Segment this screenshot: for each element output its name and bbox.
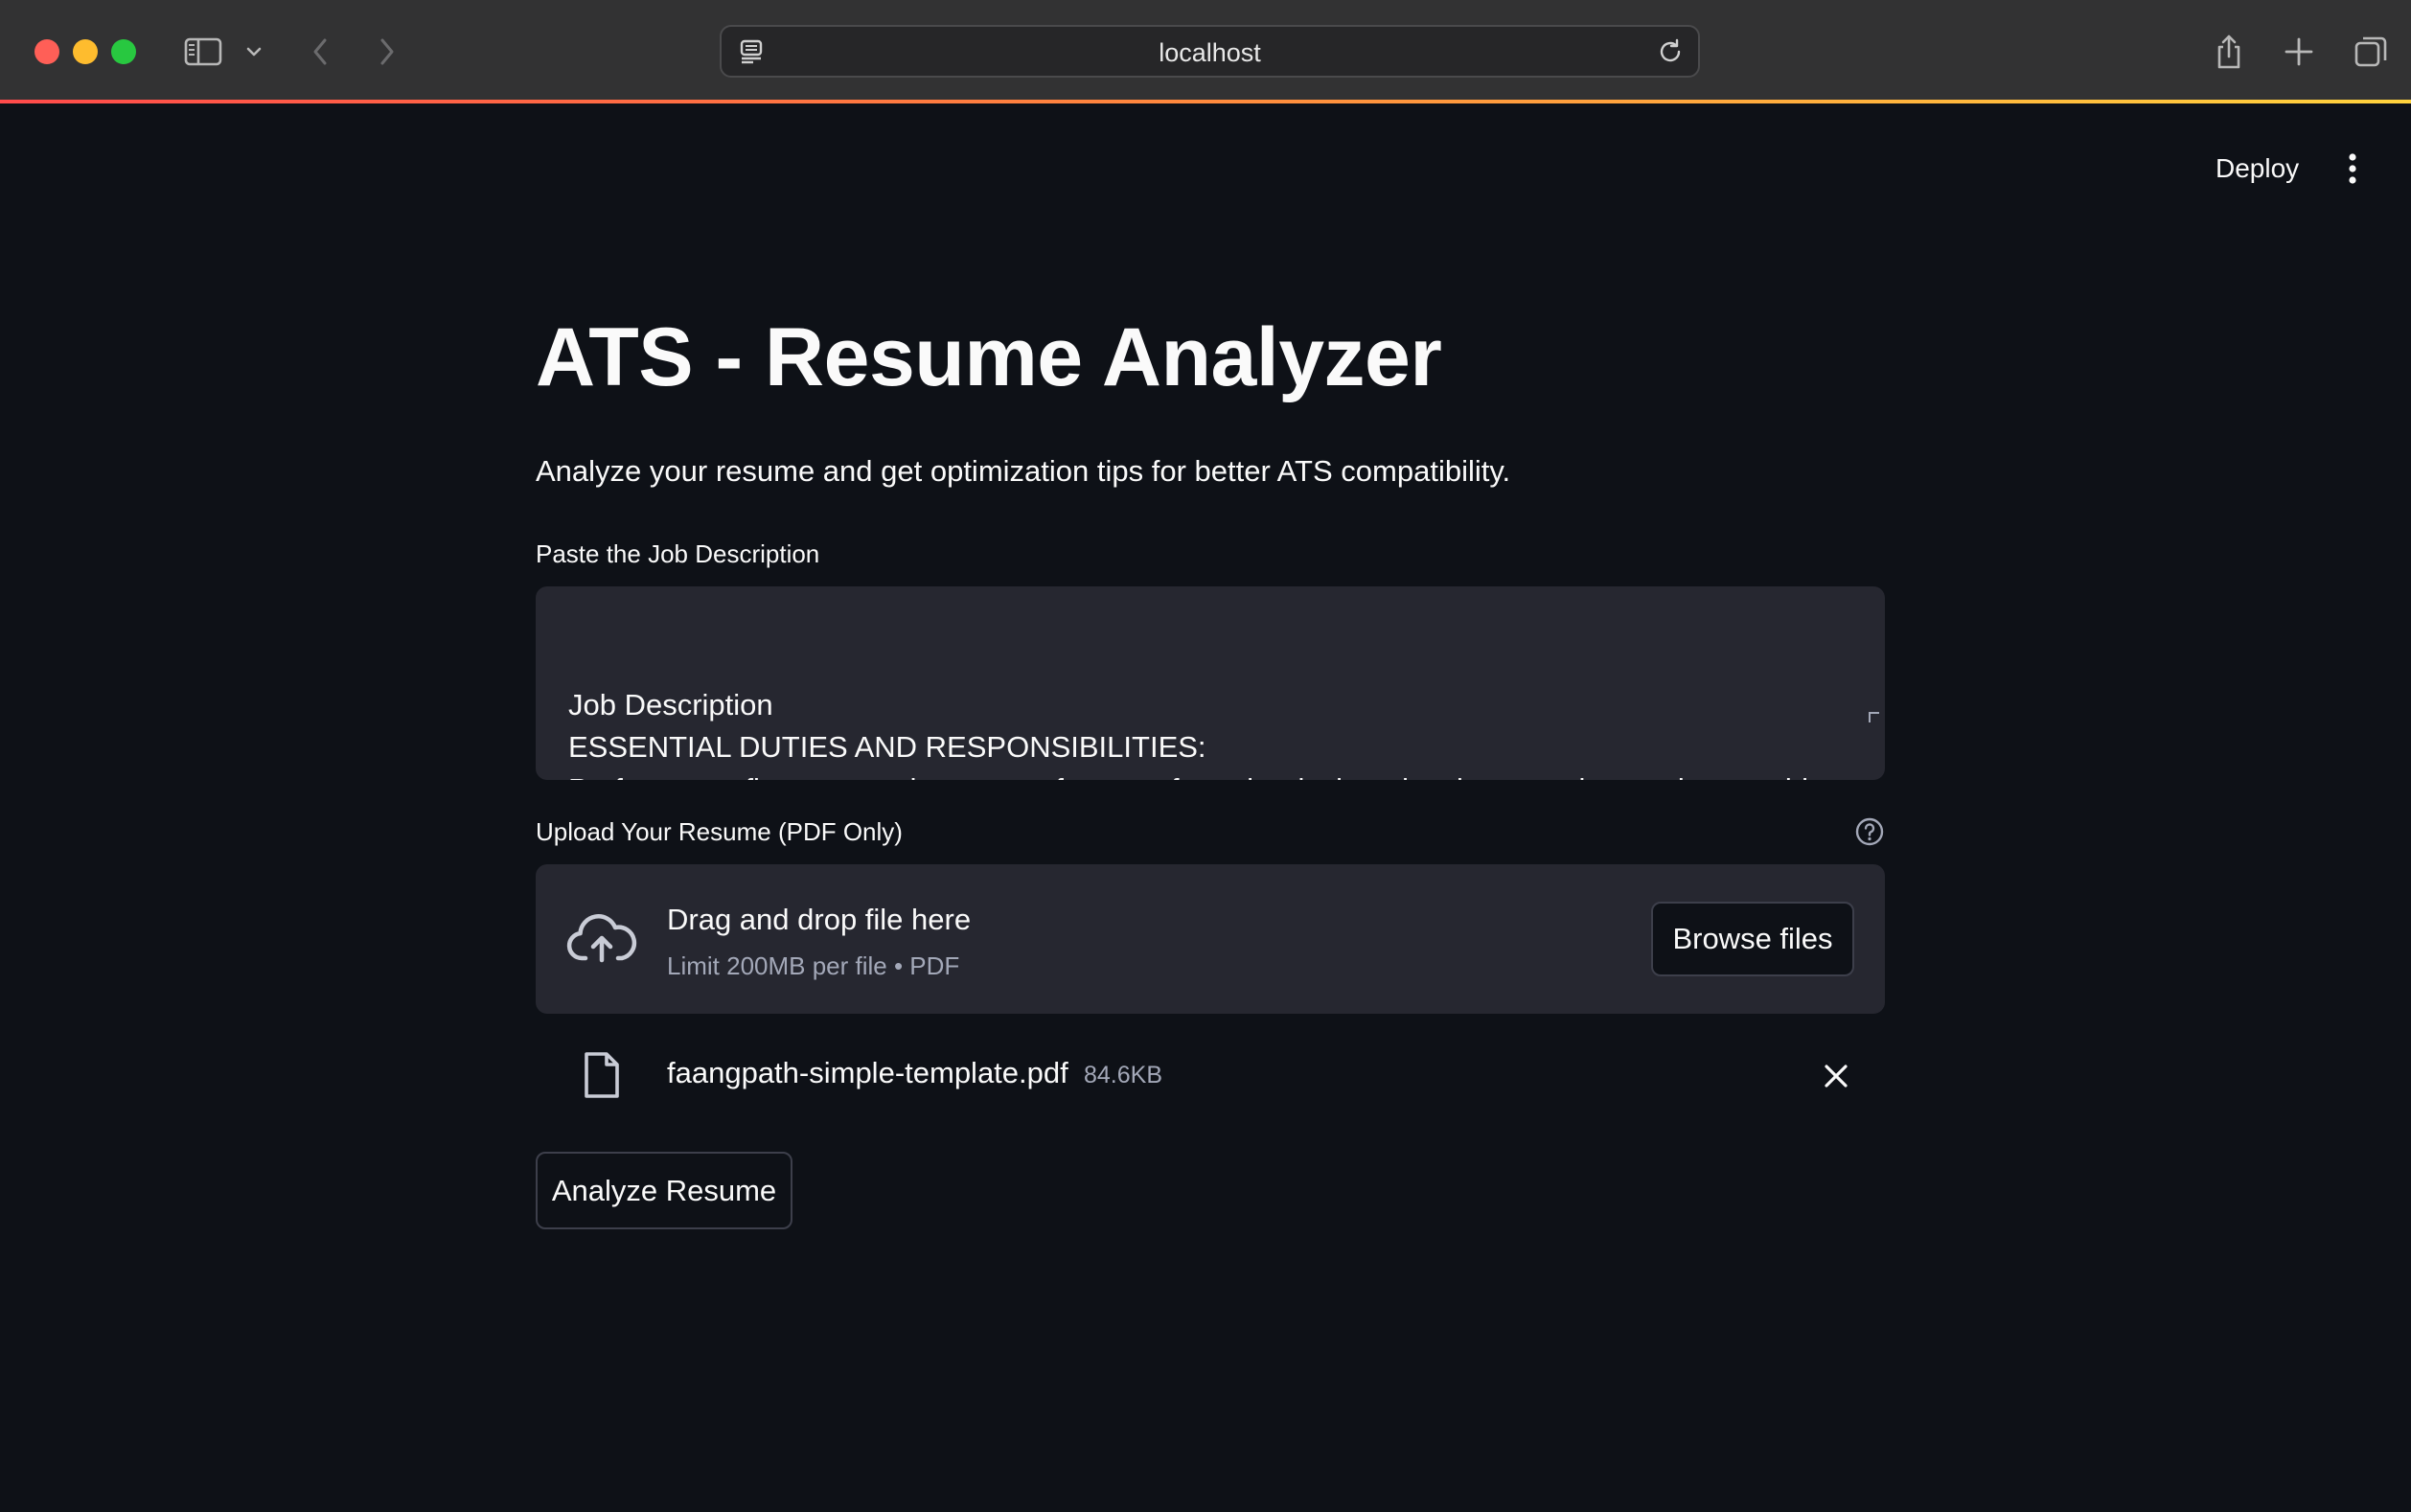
sidebar-toggle-icon[interactable] bbox=[182, 29, 224, 75]
analyze-resume-button[interactable]: Analyze Resume bbox=[536, 1152, 792, 1229]
file-name: faangpath-simple-template.pdf bbox=[667, 1056, 1068, 1089]
dropzone-limit: Limit 200MB per file • PDF bbox=[667, 951, 960, 980]
url-text: localhost bbox=[1159, 38, 1261, 67]
upload-label: Upload Your Resume (PDF Only) bbox=[536, 817, 903, 846]
back-icon[interactable] bbox=[307, 29, 333, 75]
browse-files-button[interactable]: Browse files bbox=[1651, 902, 1854, 976]
file-icon bbox=[582, 1050, 622, 1105]
resize-grip-icon[interactable] bbox=[1818, 652, 1881, 778]
minimize-window-button[interactable] bbox=[73, 39, 98, 64]
page-title: ATS - Resume Analyzer bbox=[536, 311, 1442, 403]
dropzone-title: Drag and drop file here bbox=[667, 903, 972, 936]
reload-icon[interactable] bbox=[1656, 37, 1685, 71]
main-content: ATS - Resume Analyzer Analyze your resum… bbox=[536, 311, 1885, 1229]
address-bar[interactable]: localhost bbox=[720, 25, 1700, 78]
tab-overview-icon[interactable] bbox=[2352, 29, 2390, 75]
job-description-label: Paste the Job Description bbox=[536, 539, 820, 568]
share-icon[interactable] bbox=[2212, 29, 2246, 75]
job-description-text: Job Description ESSENTIAL DUTIES AND RES… bbox=[568, 688, 1835, 780]
remove-file-icon[interactable] bbox=[1820, 1060, 1852, 1097]
new-tab-icon[interactable] bbox=[2282, 29, 2316, 75]
cloud-upload-icon bbox=[566, 914, 637, 969]
main-menu-icon[interactable] bbox=[2338, 148, 2367, 190]
browser-toolbar: localhost bbox=[0, 0, 2411, 103]
page-load-accent-bar bbox=[0, 100, 2411, 103]
job-description-textarea[interactable]: Job Description ESSENTIAL DUTIES AND RES… bbox=[536, 586, 1885, 780]
file-size: 84.6KB bbox=[1084, 1062, 1163, 1088]
uploaded-file-row: faangpath-simple-template.pdf 84.6KB bbox=[536, 1044, 1885, 1111]
forward-icon[interactable] bbox=[374, 29, 401, 75]
chevron-down-icon[interactable] bbox=[243, 29, 264, 75]
page-subtitle: Analyze your resume and get optimization… bbox=[536, 454, 1511, 488]
close-window-button[interactable] bbox=[34, 39, 59, 64]
file-dropzone[interactable]: Drag and drop file here Limit 200MB per … bbox=[536, 864, 1885, 1014]
zoom-window-button[interactable] bbox=[111, 39, 136, 64]
help-icon[interactable] bbox=[1854, 816, 1885, 852]
deploy-button[interactable]: Deploy bbox=[2204, 149, 2310, 188]
